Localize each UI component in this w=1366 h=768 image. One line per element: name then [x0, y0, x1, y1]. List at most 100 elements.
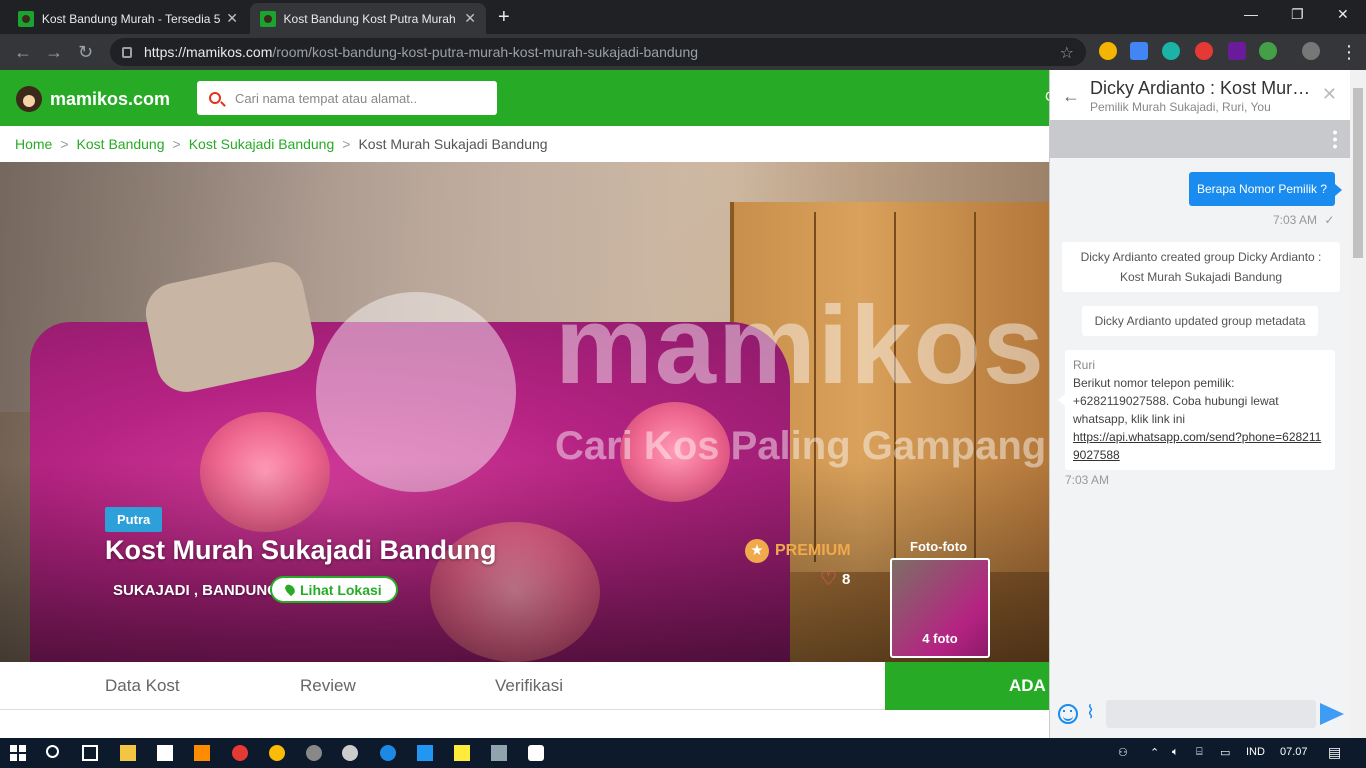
new-tab-button[interactable]: +	[498, 6, 510, 29]
maximize-icon[interactable]: ❐	[1291, 6, 1304, 23]
extension-icon[interactable]	[1228, 42, 1246, 60]
site-logo[interactable]: mamikos.com	[16, 86, 170, 112]
tab-title: Kost Bandung Murah - Tersedia 5	[41, 11, 221, 26]
browser-toolbar: ← → ↻ https://mamikos.com/room/kost-band…	[0, 34, 1366, 70]
chat-compose: ⌇	[1050, 692, 1351, 738]
like-count: 8	[842, 571, 851, 588]
browser-tab-strip: Kost Bandung Murah - Tersedia 5 ✕ Kost B…	[0, 0, 1366, 34]
file-explorer-icon[interactable]	[120, 745, 136, 761]
window-close-icon[interactable]: ✕	[1337, 6, 1349, 23]
forward-arrow-icon[interactable]: →	[45, 42, 63, 63]
back-arrow-icon[interactable]: ←	[1062, 86, 1080, 107]
extension-icon[interactable]	[1162, 42, 1180, 60]
incoming-message: Ruri Berikut nomor telepon pemilik: +628…	[1058, 350, 1335, 470]
message-text: Berikut nomor telepon pemilik: +62821190…	[1073, 376, 1279, 426]
like-button[interactable]: ♡ 8	[820, 568, 850, 591]
read-check-icon: ✓	[1324, 213, 1335, 227]
vscode-icon[interactable]	[417, 745, 433, 761]
notification-tray-icon[interactable]: ▭	[1220, 746, 1230, 759]
scrollbar-thumb[interactable]	[1353, 88, 1363, 258]
sublime-text-icon[interactable]	[194, 745, 210, 761]
photos-thumbnail[interactable]: 4 foto	[890, 558, 990, 658]
tab-title: Kost Bandung Kost Putra Murah K	[283, 11, 459, 26]
action-center-icon[interactable]: ▤	[1328, 744, 1341, 761]
sticky-notes-icon[interactable]	[454, 745, 470, 761]
extension-icon[interactable]	[1195, 42, 1213, 60]
tab-verifikasi[interactable]: Verifikasi	[495, 676, 563, 696]
availability-button[interactable]: ADA S	[885, 662, 1049, 710]
room-location: SUKAJADI , BANDUNG	[113, 582, 279, 599]
shield-icon[interactable]	[528, 745, 544, 761]
chat-panel: ← Dicky Ardianto : Kost Murah Sukajadi B…	[1049, 70, 1351, 738]
minimize-icon[interactable]: —	[1244, 6, 1258, 22]
breadcrumb-separator: >	[172, 136, 181, 152]
tab-close-icon[interactable]: ✕	[464, 10, 476, 27]
app-icon[interactable]	[491, 745, 507, 761]
tab-data-kost[interactable]: Data Kost	[105, 676, 180, 696]
emoji-icon[interactable]	[1058, 704, 1078, 724]
browser-tab[interactable]: Kost Bandung Murah - Tersedia 5 ✕	[8, 3, 248, 34]
profile-avatar[interactable]	[1302, 42, 1320, 60]
tab-close-icon[interactable]: ✕	[226, 10, 238, 27]
network-icon[interactable]: ⌸	[1196, 746, 1203, 759]
mamikos-favicon-icon	[260, 10, 276, 27]
system-message: Dicky Ardianto updated group metadata	[1082, 306, 1318, 336]
premium-label: PREMIUM	[775, 542, 851, 559]
people-icon[interactable]: ⚇	[1118, 746, 1128, 759]
translate-extension-icon[interactable]	[1130, 42, 1148, 60]
mamikos-logo-icon	[16, 86, 42, 112]
task-view-icon[interactable]	[82, 745, 98, 761]
attachment-icon[interactable]: ⌇	[1086, 702, 1095, 723]
outgoing-time: 7:03 AM	[1273, 213, 1318, 227]
language-indicator[interactable]: IND	[1246, 746, 1265, 758]
windows-start-icon[interactable]	[10, 745, 26, 761]
heart-icon: ♡	[820, 569, 838, 590]
message-sender: Ruri	[1073, 358, 1096, 372]
breadcrumb-kost-sukajadi[interactable]: Kost Sukajadi Bandung	[189, 136, 335, 152]
volume-icon[interactable]: 🔈︎	[1172, 746, 1179, 759]
edge-icon[interactable]	[380, 745, 396, 761]
extension-icon[interactable]	[1099, 42, 1117, 60]
bookmark-star-icon[interactable]: ☆	[1060, 43, 1074, 63]
address-bar[interactable]: https://mamikos.com/room/kost-bandung-ko…	[110, 38, 1086, 66]
app-icon[interactable]	[342, 745, 358, 761]
search-icon	[209, 92, 221, 104]
reload-icon[interactable]: ↻	[78, 42, 93, 63]
menu-icon[interactable]: ⋮	[1340, 42, 1358, 63]
app-icon[interactable]	[232, 745, 248, 761]
room-photo[interactable]: mamikos Cari Kos Paling Gampang & Putra …	[0, 162, 1049, 662]
whatsapp-link[interactable]: https://api.whatsapp.com/send?phone=6282…	[1073, 428, 1327, 464]
app-icon[interactable]	[306, 745, 322, 761]
search-icon[interactable]	[46, 745, 59, 758]
chat-header: ← Dicky Ardianto : Kost Murah Sukajadi B…	[1050, 70, 1351, 120]
send-icon[interactable]	[1320, 703, 1344, 725]
url-path: /room/kost-bandung-kost-putra-murah-kost…	[272, 44, 699, 60]
room-tabs: Data Kost Review Verifikasi	[0, 662, 885, 710]
breadcrumb-home[interactable]: Home	[15, 136, 52, 152]
store-icon[interactable]	[157, 745, 173, 761]
breadcrumb-separator: >	[60, 136, 69, 152]
breadcrumb: Home > Kost Bandung > Kost Sukajadi Band…	[15, 136, 548, 152]
breadcrumb-kost-bandung[interactable]: Kost Bandung	[77, 136, 165, 152]
tab-review[interactable]: Review	[300, 676, 356, 696]
browser-tab-active[interactable]: Kost Bandung Kost Putra Murah K ✕	[250, 3, 486, 34]
chat-toolbar	[1050, 120, 1351, 158]
back-arrow-icon[interactable]: ←	[14, 42, 32, 63]
room-title: Kost Murah Sukajadi Bandung	[105, 535, 497, 565]
search-input[interactable]: Cari nama tempat atau alamat..	[197, 81, 497, 115]
page-scrollbar[interactable]	[1350, 70, 1366, 738]
star-icon: ★	[745, 539, 769, 563]
more-options-icon[interactable]	[1333, 129, 1337, 149]
outgoing-message: Berapa Nomor Pemilik ?	[1189, 172, 1343, 206]
message-input[interactable]	[1106, 700, 1316, 728]
view-location-button[interactable]: Lihat Lokasi	[270, 576, 398, 603]
chrome-icon[interactable]	[269, 745, 285, 761]
extension-icon[interactable]	[1259, 42, 1277, 60]
chevron-up-icon[interactable]: ⌃	[1150, 746, 1159, 759]
lock-icon	[122, 46, 132, 58]
clock[interactable]: 07.07	[1280, 746, 1308, 758]
close-icon[interactable]: ✕	[1322, 84, 1337, 105]
premium-badge: ★ PREMIUM	[745, 539, 851, 563]
system-message: Dicky Ardianto created group Dicky Ardia…	[1062, 242, 1340, 292]
gender-badge: Putra	[105, 507, 163, 532]
